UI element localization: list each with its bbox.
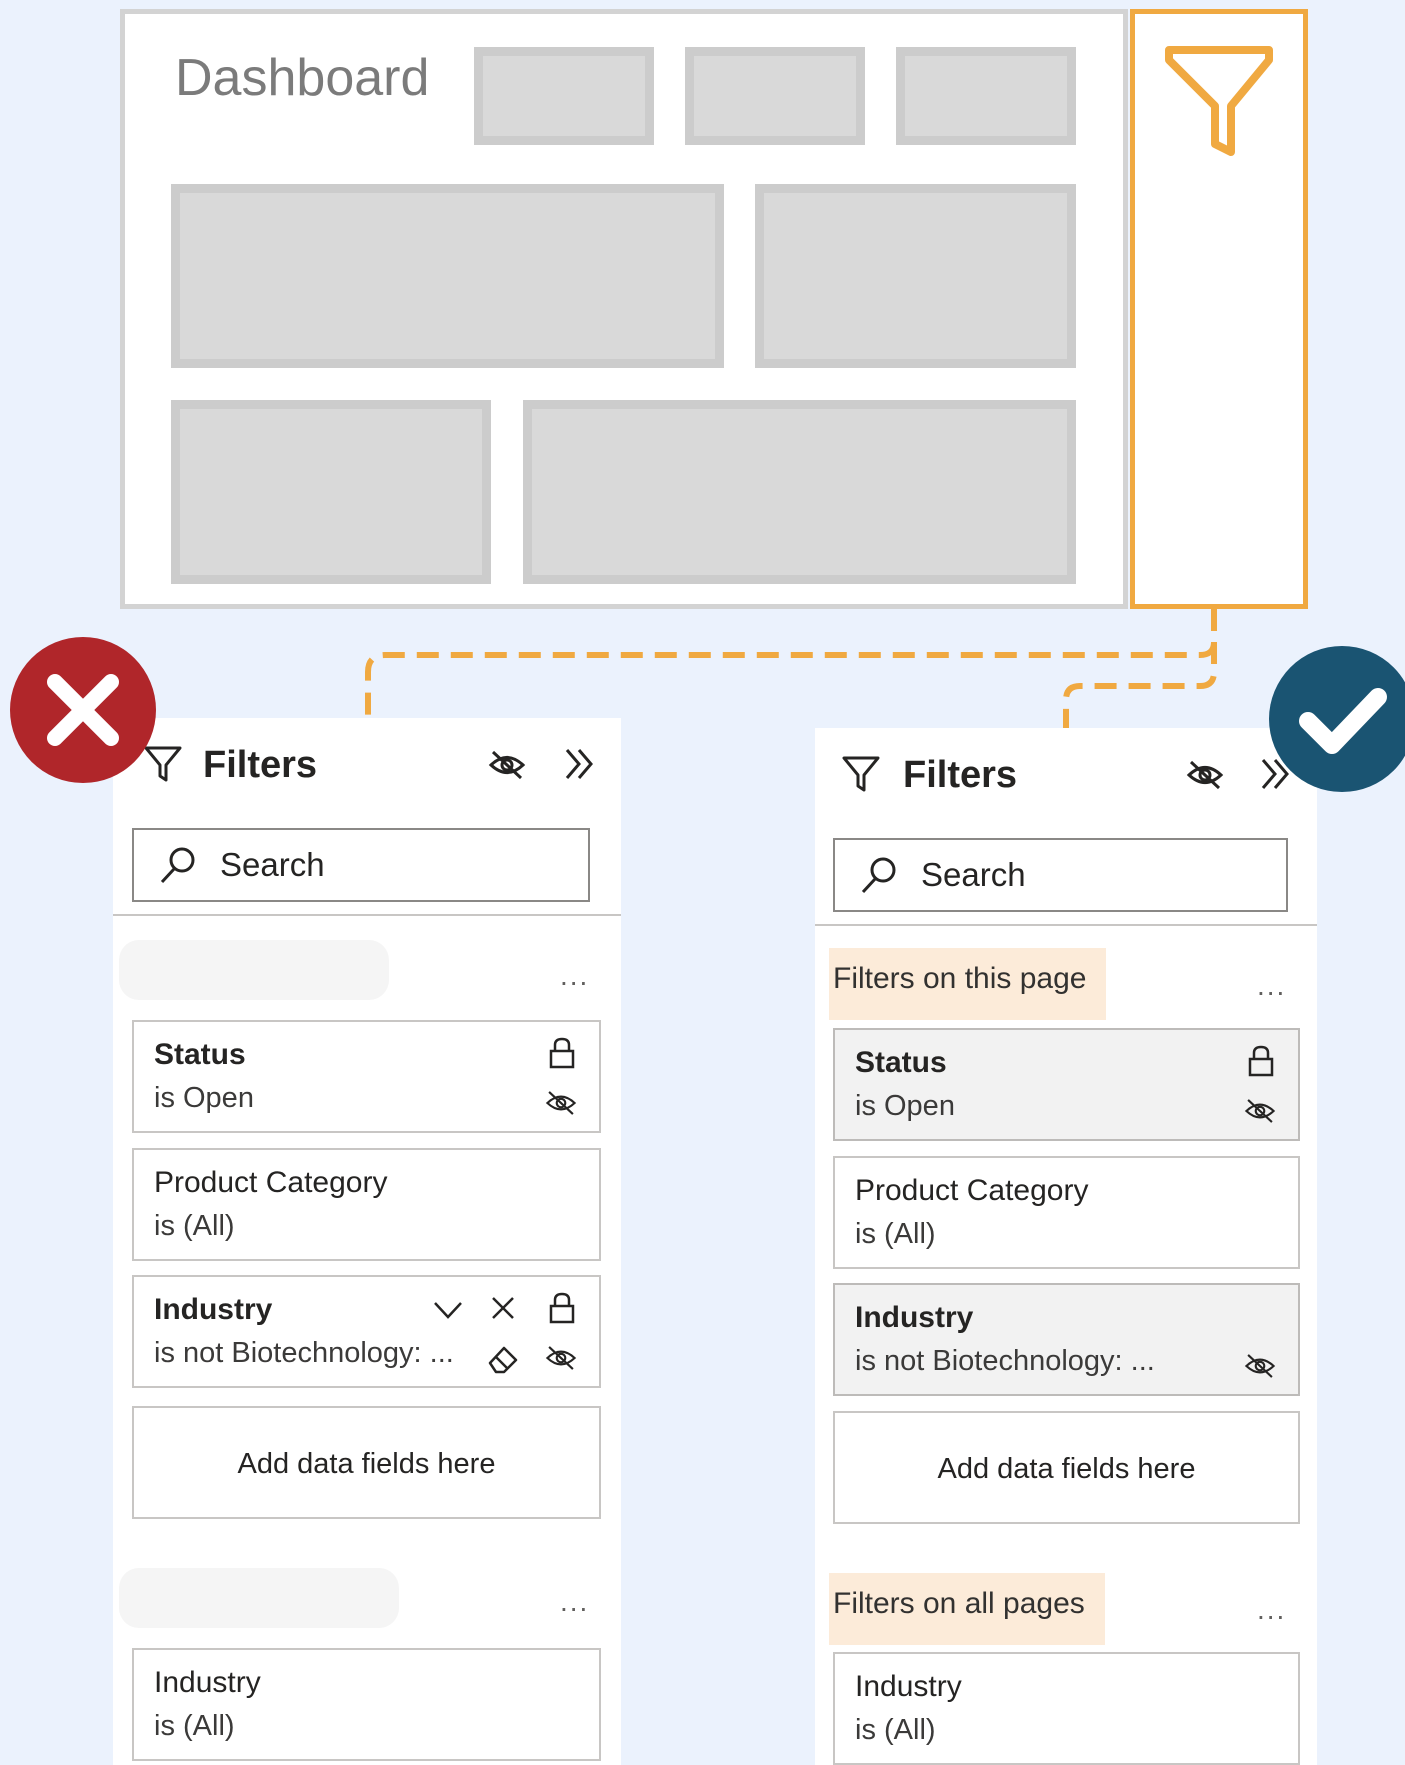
close-icon[interactable] [490,1295,516,1321]
search-icon [160,847,195,884]
more-options-button[interactable]: ... [560,960,589,992]
search-input[interactable]: Search [833,838,1288,912]
card-title: Status [154,1038,246,1071]
card-value: is (All) [154,1710,235,1742]
add-data-fields-dropzone[interactable]: Add data fields here [132,1406,601,1519]
search-icon [861,857,896,894]
card-value: is (All) [855,1714,936,1746]
eye-hidden-icon[interactable] [1185,758,1225,792]
pane-title: Filters [203,744,318,786]
eye-hidden-icon[interactable] [544,1088,578,1118]
more-options-button[interactable]: ... [1257,1594,1286,1626]
check-circle-icon [1269,646,1405,792]
section-label-missing [119,940,389,1000]
card-title: Product Category [855,1174,1089,1207]
add-data-fields-dropzone[interactable]: Add data fields here [833,1411,1300,1524]
eye-hidden-icon[interactable] [544,1343,578,1373]
section-label-all-pages: Filters on all pages [829,1573,1105,1645]
pane-title: Filters [903,754,1018,796]
card-value: is Open [855,1090,955,1122]
filter-card-industry-all-pages[interactable]: Industry is (All) [833,1652,1300,1765]
x-circle-icon [10,637,156,783]
section-label-missing [119,1568,399,1628]
card-title: Industry [855,1670,962,1703]
filter-card-industry[interactable]: Industry is not Biotechnology: ... [833,1283,1300,1396]
divider [815,924,1317,926]
filters-pane-correct: Filters Search Filters on this page ... … [815,728,1317,1765]
card-value: is not Biotechnology: ... [855,1345,1155,1377]
chevron-down-icon[interactable] [432,1299,464,1321]
filter-card-status[interactable]: Status is Open [833,1028,1300,1141]
card-title: Industry [154,1666,261,1699]
eye-hidden-icon[interactable] [487,748,527,782]
card-title: Industry [154,1293,273,1326]
more-options-button[interactable]: ... [560,1586,589,1618]
card-value: is (All) [855,1218,936,1250]
filter-card-industry-all-pages[interactable]: Industry is (All) [132,1648,601,1761]
add-fields-label: Add data fields here [237,1448,496,1480]
filter-card-product-category[interactable]: Product Category is (All) [132,1148,601,1261]
eye-hidden-icon[interactable] [1243,1096,1277,1126]
connector-lines [365,609,1217,728]
lock-icon[interactable] [548,1036,576,1070]
filters-pane-incorrect: Filters Search ... Status is Open Produc… [113,718,621,1765]
card-title: Industry [855,1301,974,1334]
eye-hidden-icon[interactable] [1243,1351,1277,1381]
filter-card-industry[interactable]: Industry is not Biotechnology: ... [132,1275,601,1388]
card-title: Product Category [154,1166,388,1199]
card-title: Status [855,1046,947,1079]
filter-card-status[interactable]: Status is Open [132,1020,601,1133]
filter-funnel-icon [842,756,880,792]
lock-icon[interactable] [1247,1044,1275,1078]
section-label-this-page: Filters on this page [829,948,1107,1020]
add-fields-label: Add data fields here [937,1453,1196,1485]
search-placeholder: Search [220,846,325,883]
eraser-icon[interactable] [486,1343,520,1375]
card-value: is not Biotechnology: ... [154,1337,454,1369]
card-value: is Open [154,1082,254,1114]
filter-card-product-category[interactable]: Product Category is (All) [833,1156,1300,1269]
chevron-double-right-icon[interactable] [563,746,597,782]
card-value: is (All) [154,1210,235,1242]
divider [113,914,621,916]
search-placeholder: Search [921,856,1026,893]
search-input[interactable]: Search [132,828,590,902]
lock-icon[interactable] [548,1291,576,1325]
more-options-button[interactable]: ... [1257,970,1286,1002]
